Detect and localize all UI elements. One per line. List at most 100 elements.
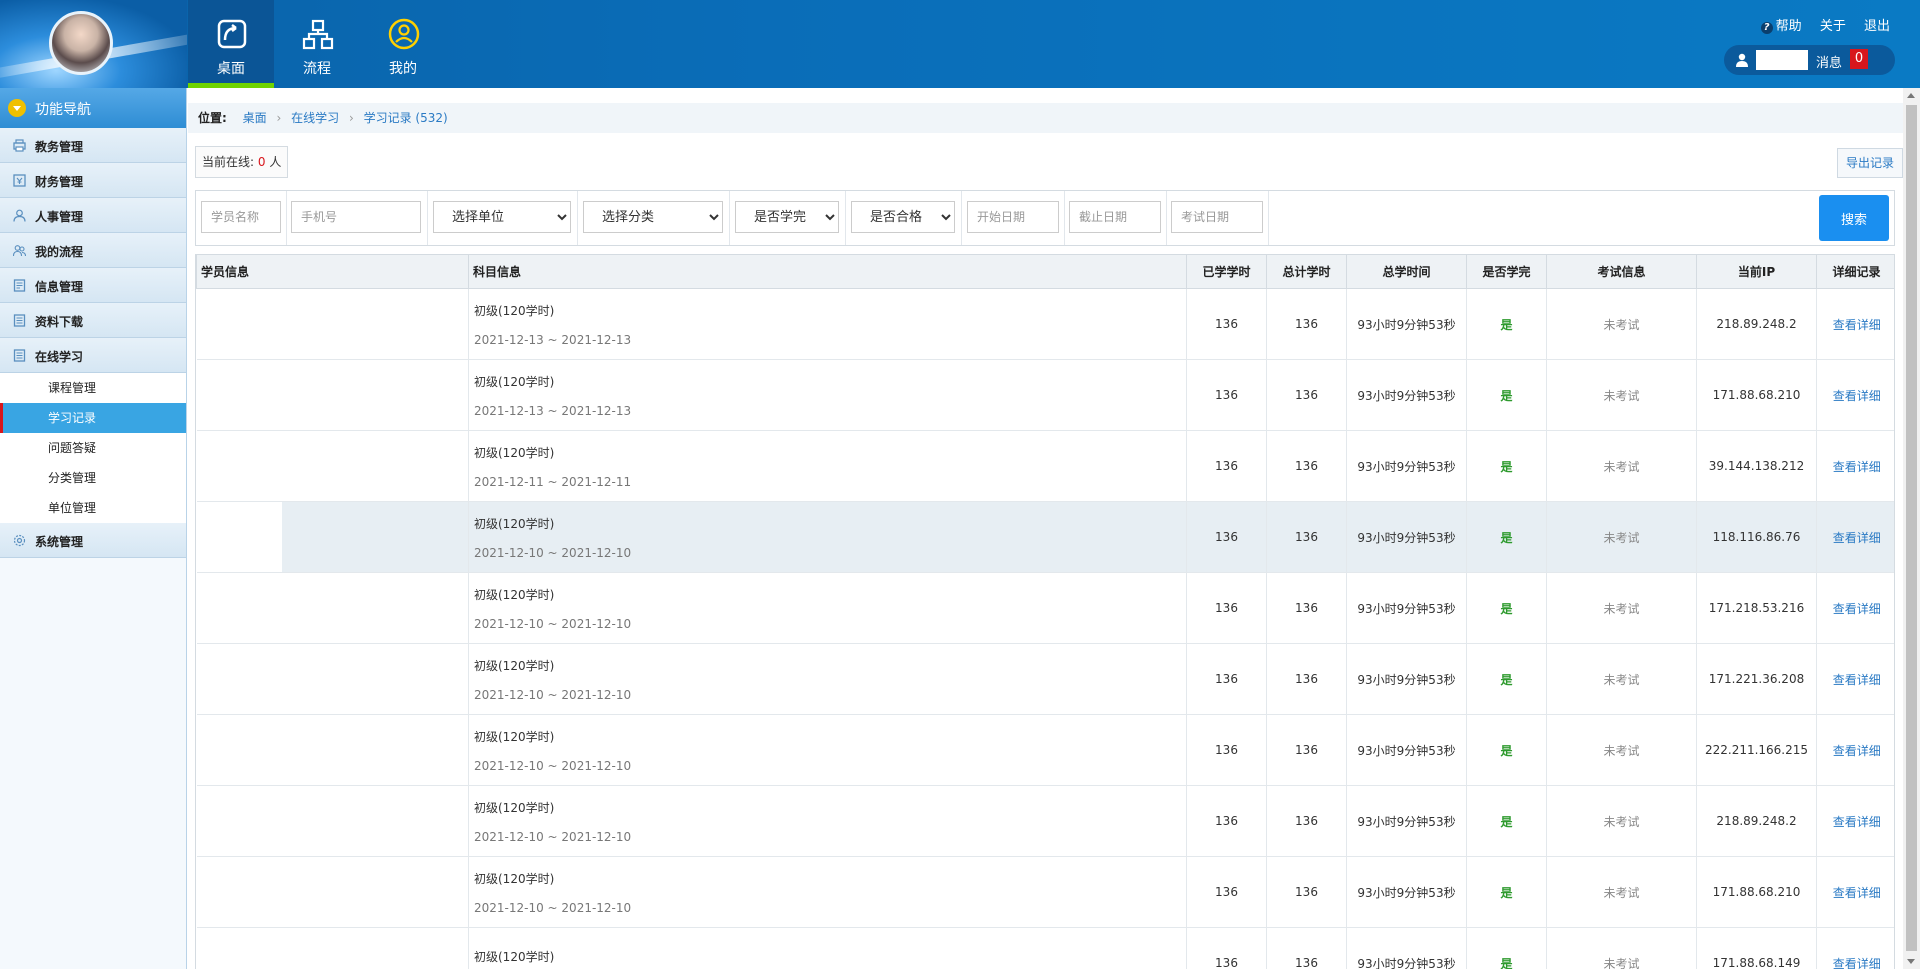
breadcrumb-online-learning[interactable]: 在线学习	[291, 111, 339, 125]
view-detail-link[interactable]: 查看详细	[1833, 744, 1881, 758]
about-link[interactable]: 关于	[1820, 19, 1846, 34]
sidebar-item-myflow[interactable]: 我的流程	[0, 233, 186, 268]
people-icon	[13, 245, 26, 257]
passed-select[interactable]: 是否合格	[851, 201, 955, 233]
filter-divider	[1166, 191, 1167, 245]
sidebar-item-hr[interactable]: 人事管理	[0, 198, 186, 233]
user-icon	[1736, 53, 1748, 67]
top-links: ? 帮助 关于 退出	[1747, 15, 1890, 34]
sidebar-item-academic[interactable]: 教务管理	[0, 128, 186, 163]
sidebar-item-online-learning[interactable]: 在线学习	[0, 338, 186, 373]
sidebar-item-finance[interactable]: 财务管理	[0, 163, 186, 198]
phone-input[interactable]	[291, 201, 421, 233]
exam-date-input[interactable]	[1171, 201, 1263, 233]
exam-cell: 未考试	[1546, 785, 1697, 857]
learned-hours-cell: 136	[1186, 501, 1267, 573]
student-name-input[interactable]	[201, 201, 281, 233]
learned-hours-cell: 136	[1186, 856, 1267, 928]
page-scrollbar[interactable]	[1903, 88, 1920, 969]
breadcrumb-separator: ›	[276, 111, 282, 125]
total-time-cell: 93小时9分钟53秒	[1346, 643, 1467, 715]
view-detail-link[interactable]: 查看详细	[1833, 318, 1881, 332]
student-cell	[196, 856, 469, 928]
col-header-exam: 考试信息	[1546, 254, 1697, 289]
total-time-cell: 93小时9分钟53秒	[1346, 572, 1467, 644]
subject-dates: 2021-12-10 ~ 2021-12-10	[474, 687, 632, 702]
sidebar-item-label: 资料下载	[35, 315, 84, 329]
search-button[interactable]: 搜索	[1819, 195, 1889, 241]
tab-desktop-label: 桌面	[217, 61, 245, 77]
category-select[interactable]: 选择分类	[583, 201, 723, 233]
start-date-input[interactable]	[967, 201, 1059, 233]
table-row: 初级(120学时) 2021-12-10 ~ 2021-12-10 136 136 93…	[196, 501, 1894, 573]
sidebar-subitem-course[interactable]: 课程管理	[0, 373, 186, 403]
finished-cell: 是	[1466, 643, 1547, 715]
finished-cell: 是	[1466, 714, 1547, 786]
col-header-learned-hours: 已学学时	[1186, 254, 1267, 289]
subject-name: 初级(120学时)	[474, 800, 555, 815]
total-time-cell: 93小时9分钟53秒	[1346, 714, 1467, 786]
sidebar-item-system[interactable]: 系统管理	[0, 523, 186, 558]
total-time-cell: 93小时9分钟53秒	[1346, 359, 1467, 431]
view-detail-link[interactable]: 查看详细	[1833, 460, 1881, 474]
scroll-down-arrow-icon[interactable]	[1907, 959, 1915, 964]
finished-cell: 是	[1466, 288, 1547, 360]
col-header-finished: 是否学完	[1466, 254, 1547, 289]
flow-icon	[302, 19, 334, 50]
scroll-up-arrow-icon[interactable]	[1907, 93, 1915, 98]
finished-select[interactable]: 是否学完	[735, 201, 839, 233]
view-detail-link[interactable]: 查看详细	[1833, 673, 1881, 687]
view-detail-link[interactable]: 查看详细	[1833, 389, 1881, 403]
online-unit: 人	[269, 155, 282, 169]
finished-cell: 是	[1466, 572, 1547, 644]
logout-link[interactable]: 退出	[1864, 19, 1890, 34]
ip-cell: 222.211.166.215	[1696, 714, 1817, 786]
sidebar-subitem-records[interactable]: 学习记录	[0, 403, 186, 433]
ip-cell: 171.221.36.208	[1696, 643, 1817, 715]
detail-cell: 查看详细	[1816, 785, 1894, 857]
tab-mine[interactable]: 我的	[360, 0, 446, 88]
user-info-pill[interactable]: 消息 0	[1724, 45, 1895, 75]
sidebar-header[interactable]: 功能导航	[0, 88, 186, 128]
breadcrumb-records[interactable]: 学习记录 (532)	[364, 111, 448, 125]
learned-hours-cell: 136	[1186, 288, 1267, 360]
view-detail-link[interactable]: 查看详细	[1833, 531, 1881, 545]
sidebar-item-info[interactable]: 信息管理	[0, 268, 186, 303]
end-date-input[interactable]	[1069, 201, 1161, 233]
unit-select[interactable]: 选择单位	[433, 201, 571, 233]
online-learning-submenu: 课程管理 学习记录 问题答疑 分类管理 单位管理	[0, 373, 186, 523]
exam-cell: 未考试	[1546, 288, 1697, 360]
sidebar-subitem-category[interactable]: 分类管理	[0, 463, 186, 493]
subject-name: 初级(120学时)	[474, 516, 555, 531]
export-records-button[interactable]: 导出记录	[1837, 148, 1903, 178]
total-hours-cell: 136	[1266, 927, 1347, 969]
records-table: 学员信息 科目信息 已学学时 总计学时 总学时间 是否学完 考试信息 当前IP …	[196, 254, 1894, 969]
sidebar-subitem-unit[interactable]: 单位管理	[0, 493, 186, 523]
user-avatar[interactable]	[49, 11, 113, 75]
tab-desktop[interactable]: 桌面	[188, 0, 274, 88]
col-header-total-hours: 总计学时	[1266, 254, 1347, 289]
view-detail-link[interactable]: 查看详细	[1833, 886, 1881, 900]
view-detail-link[interactable]: 查看详细	[1833, 957, 1881, 969]
view-detail-link[interactable]: 查看详细	[1833, 815, 1881, 829]
sidebar-subitem-qa[interactable]: 问题答疑	[0, 433, 186, 463]
col-header-subject: 科目信息	[468, 254, 1187, 289]
subject-name: 初级(120学时)	[474, 445, 555, 460]
scroll-thumb[interactable]	[1906, 105, 1917, 951]
total-hours-cell: 136	[1266, 430, 1347, 502]
message-label[interactable]: 消息	[1816, 52, 1842, 71]
sidebar-item-download[interactable]: 资料下载	[0, 303, 186, 338]
view-detail-link[interactable]: 查看详细	[1833, 602, 1881, 616]
message-count-badge[interactable]: 0	[1850, 49, 1868, 69]
tab-flow[interactable]: 流程	[274, 0, 360, 88]
help-link[interactable]: ? 帮助	[1760, 19, 1802, 34]
ip-cell: 171.88.68.210	[1696, 856, 1817, 928]
learned-hours-cell: 136	[1186, 785, 1267, 857]
breadcrumb-desktop[interactable]: 桌面	[243, 111, 267, 125]
filter-divider	[729, 191, 730, 245]
ip-cell: 39.144.138.212	[1696, 430, 1817, 502]
table-row: 初级(120学时) 2021-12-11 ~ 2021-12-11 136 136 93…	[196, 430, 1894, 502]
col-header-student: 学员信息	[196, 254, 469, 289]
subject-dates: 2021-12-10 ~ 2021-12-10	[474, 616, 632, 631]
sidebar-item-label: 我的流程	[35, 245, 84, 259]
